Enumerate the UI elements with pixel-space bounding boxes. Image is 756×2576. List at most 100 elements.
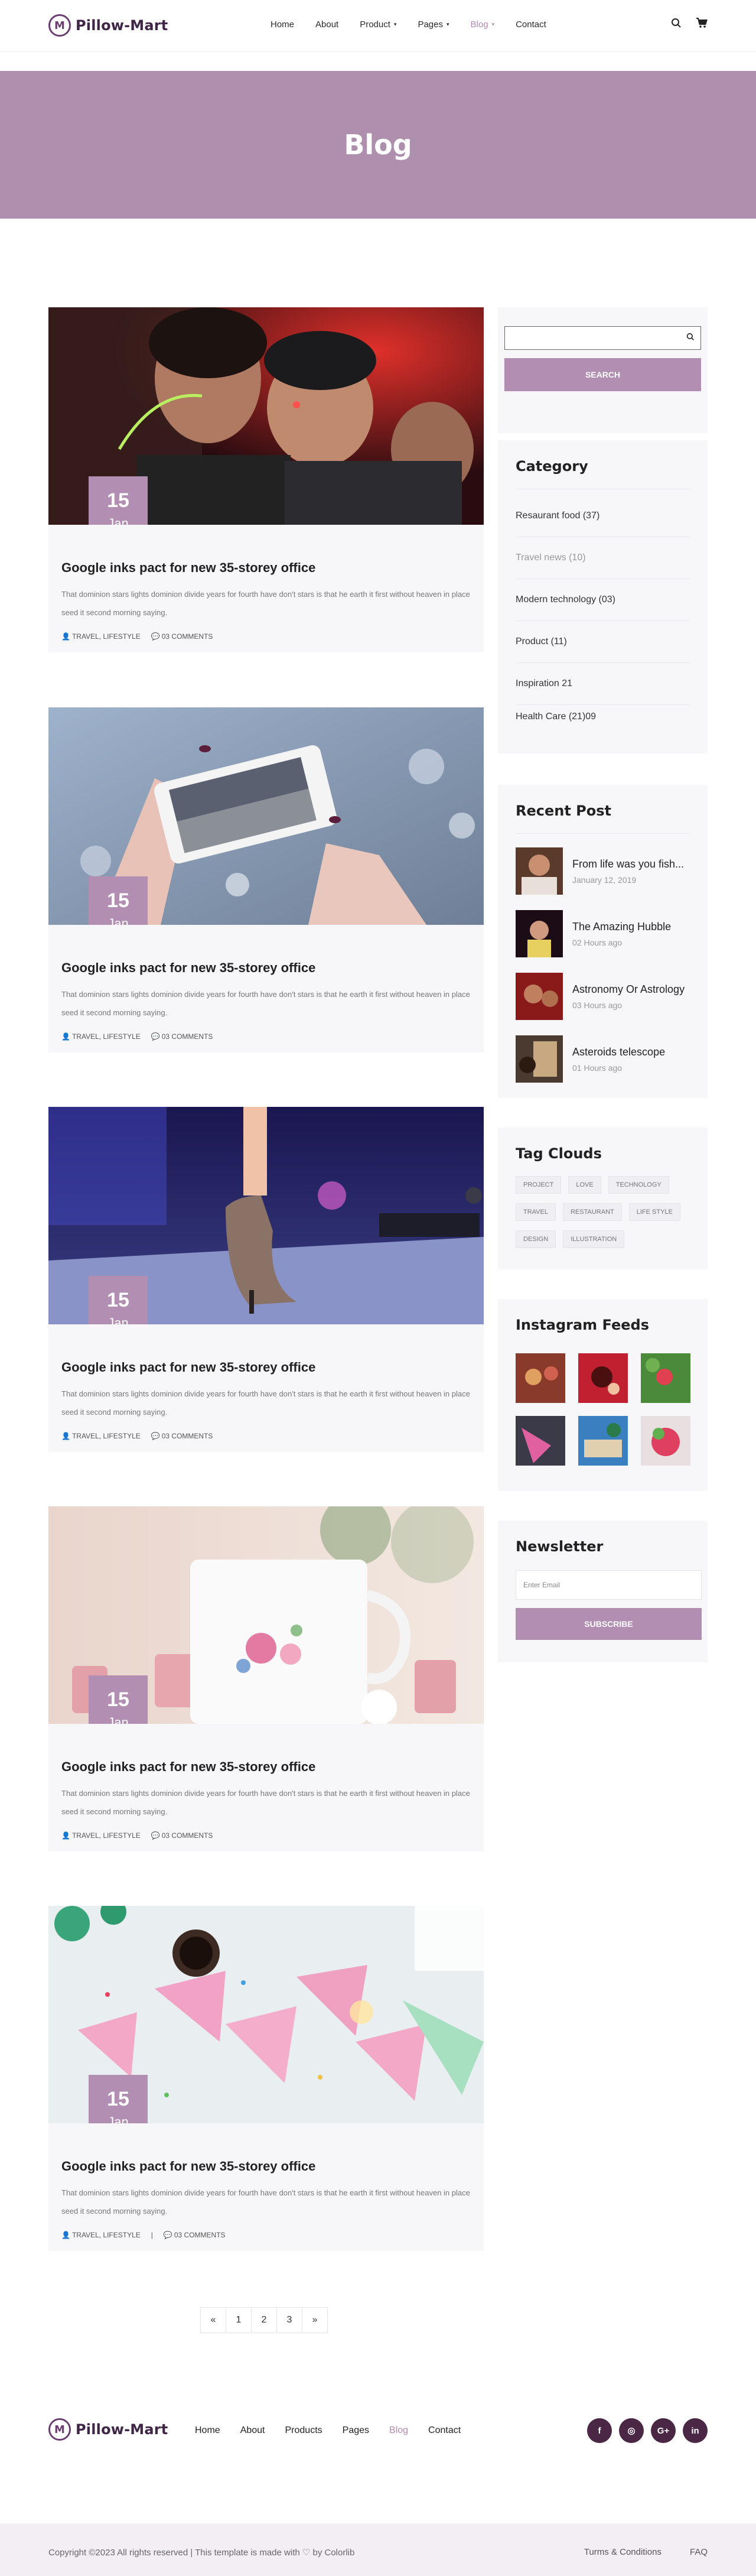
pagination-prev[interactable]: «: [200, 2307, 226, 2333]
instagram-photo[interactable]: [640, 1416, 690, 1466]
post-category[interactable]: 👤 TRAVEL, LIFESTYLE: [61, 1831, 141, 1840]
category-item[interactable]: Travel news (10): [516, 537, 690, 579]
instagram-photo[interactable]: [640, 1353, 690, 1403]
recent-post-title[interactable]: Asteroids telescope: [572, 1046, 665, 1058]
recent-post-thumb: [516, 1035, 563, 1083]
tag[interactable]: LIFE STYLE: [628, 1203, 680, 1221]
meta-divider: |: [151, 2231, 153, 2239]
post-comments[interactable]: 💬 03 COMMENTS: [151, 1032, 213, 1041]
instagram-photo[interactable]: [578, 1416, 628, 1466]
footer-nav-about[interactable]: About: [240, 2425, 265, 2436]
footer-logo[interactable]: M Pillow-Mart: [48, 2418, 168, 2441]
post-month: Jan: [107, 916, 129, 925]
tag[interactable]: TECHNOLOGY: [608, 1176, 669, 1194]
tag[interactable]: TRAVEL: [516, 1203, 556, 1221]
tag[interactable]: PROJECT: [516, 1176, 562, 1194]
post-category[interactable]: 👤 TRAVEL, LIFESTYLE: [61, 2231, 141, 2239]
tag[interactable]: LOVE: [568, 1176, 601, 1194]
nav-home[interactable]: Home: [271, 20, 294, 30]
nav-contact[interactable]: Contact: [516, 20, 546, 30]
post-title[interactable]: Google inks pact for new 35-storey offic…: [61, 2159, 471, 2174]
search-icon[interactable]: [686, 333, 695, 344]
post-comments[interactable]: 💬 03 COMMENTS: [164, 2231, 226, 2239]
recent-post-item[interactable]: Astronomy Or Astrology 03 Hours ago: [516, 965, 690, 1028]
post-category[interactable]: 👤 TRAVEL, LIFESTYLE: [61, 1032, 141, 1041]
subscribe-button[interactable]: SUBSCRIBE: [516, 1608, 702, 1640]
category-item[interactable]: Resaurant food (37): [516, 495, 690, 537]
category-item[interactable]: Inspiration 21: [516, 663, 690, 705]
nav-label: Blog: [470, 20, 488, 30]
search-input[interactable]: [504, 326, 701, 350]
pagination-page[interactable]: 3: [276, 2307, 302, 2333]
post-category[interactable]: 👤 TRAVEL, LIFESTYLE: [61, 1432, 141, 1440]
faq-link[interactable]: FAQ: [690, 2547, 708, 2557]
recent-post-item[interactable]: Asteroids telescope 01 Hours ago: [516, 1028, 690, 1090]
logo-icon: M: [48, 14, 71, 37]
blog-post: 15 Jan Google inks pact for new 35-store…: [48, 1906, 484, 2251]
caret-down-icon: ▾: [393, 21, 397, 27]
post-title[interactable]: Google inks pact for new 35-storey offic…: [61, 1360, 471, 1375]
newsletter-email-input[interactable]: Enter Email: [516, 1570, 702, 1600]
recent-post-item[interactable]: From life was you fish... January 12, 201…: [516, 840, 690, 902]
tag[interactable]: ILLUSTRATION: [563, 1230, 625, 1248]
facebook-icon[interactable]: f: [587, 2418, 612, 2443]
nav-blog[interactable]: Blog ▾: [471, 20, 495, 30]
search-icon[interactable]: [671, 18, 682, 31]
instagram-photo[interactable]: [578, 1353, 628, 1403]
main-nav: Home About Product ▾ Pages ▾ Blog ▾ Contact: [271, 20, 568, 30]
footer-nav-pages[interactable]: Pages: [343, 2425, 369, 2436]
post-month: Jan: [107, 2114, 129, 2123]
category-label: TRAVEL, LIFESTYLE: [71, 1032, 141, 1041]
cart-icon[interactable]: [696, 18, 708, 31]
category-item[interactable]: Health Care (21)09: [516, 705, 690, 729]
linkedin-icon[interactable]: in: [683, 2418, 708, 2443]
nav-product[interactable]: Product ▾: [360, 20, 396, 30]
footer-nav-products[interactable]: Products: [285, 2425, 322, 2436]
nav-about[interactable]: About: [315, 20, 338, 30]
post-comments[interactable]: 💬 03 COMMENTS: [151, 1831, 213, 1840]
search-button[interactable]: SEARCH: [504, 358, 701, 391]
post-image[interactable]: 15 Jan: [48, 307, 484, 525]
footer-nav-home[interactable]: Home: [195, 2425, 220, 2436]
pagination-page[interactable]: 2: [251, 2307, 277, 2333]
user-icon: 👤: [61, 1032, 70, 1041]
comments-label: 03 COMMENTS: [161, 632, 213, 641]
post-image[interactable]: 15 Jan: [48, 1506, 484, 1724]
tag[interactable]: RESTAURANT: [562, 1203, 622, 1221]
instagram-photo[interactable]: [515, 1353, 565, 1403]
google-plus-icon[interactable]: G+: [651, 2418, 676, 2443]
terms-link[interactable]: Turms & Conditions: [584, 2547, 662, 2557]
post-image[interactable]: 15 Jan: [48, 707, 484, 925]
post-comments[interactable]: 💬 03 COMMENTS: [151, 1432, 213, 1440]
post-comments[interactable]: 💬 03 COMMENTS: [151, 632, 213, 641]
brand-logo[interactable]: M Pillow-Mart: [48, 14, 168, 37]
post-image[interactable]: 15 Jan: [48, 1906, 484, 2123]
post-month: Jan: [107, 1715, 129, 1724]
instagram-grid: [515, 1353, 690, 1466]
pagination-next[interactable]: »: [302, 2307, 328, 2333]
instagram-icon[interactable]: ◎: [619, 2418, 644, 2443]
footer-links: Turms & Conditions FAQ: [584, 2547, 708, 2557]
tags-title: Tag Clouds: [516, 1145, 602, 1162]
post-title[interactable]: Google inks pact for new 35-storey offic…: [61, 560, 471, 576]
post-excerpt: That dominion stars lights dominion divi…: [61, 2188, 470, 2216]
post-title[interactable]: Google inks pact for new 35-storey offic…: [61, 960, 471, 976]
recent-post-title[interactable]: From life was you fish...: [572, 858, 684, 870]
nav-pages[interactable]: Pages ▾: [418, 20, 449, 30]
recent-post-time: 02 Hours ago: [572, 937, 623, 947]
recent-post-title[interactable]: The Amazing Hubble: [572, 921, 671, 933]
tag[interactable]: DESIGN: [516, 1230, 556, 1248]
instagram-photo[interactable]: [515, 1416, 565, 1466]
recent-post-item[interactable]: The Amazing Hubble 02 Hours ago: [516, 902, 690, 965]
post-title[interactable]: Google inks pact for new 35-storey offic…: [61, 1759, 471, 1775]
footer-nav-blog[interactable]: Blog: [389, 2425, 408, 2436]
recent-post-title[interactable]: Astronomy Or Astrology: [572, 983, 685, 996]
category-item[interactable]: Product (11): [516, 621, 690, 663]
category-label: TRAVEL, LIFESTYLE: [71, 2231, 141, 2239]
brand-name: Pillow-Mart: [76, 2421, 168, 2438]
pagination-page[interactable]: 1: [226, 2307, 252, 2333]
post-image[interactable]: 15 Jan: [48, 1107, 484, 1324]
post-category[interactable]: 👤 TRAVEL, LIFESTYLE: [61, 632, 141, 641]
footer-nav-contact[interactable]: Contact: [428, 2425, 461, 2436]
category-item[interactable]: Modern technology (03): [516, 579, 690, 621]
